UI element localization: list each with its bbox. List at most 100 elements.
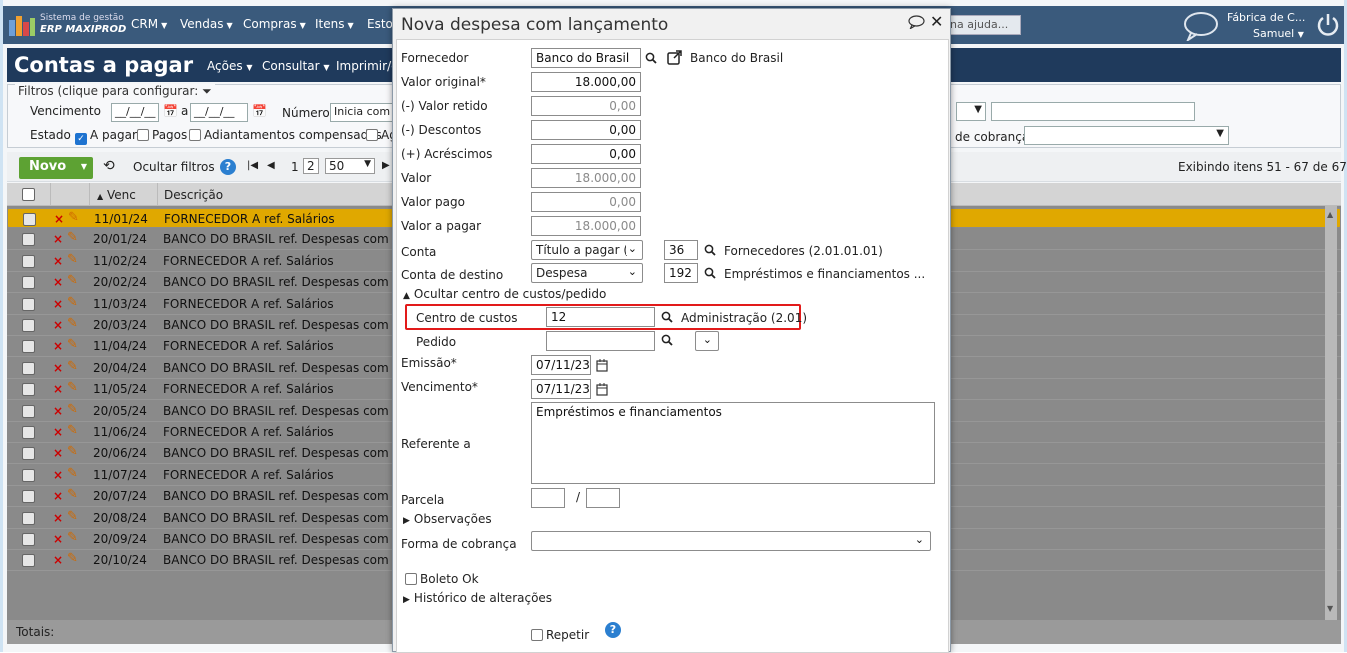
fornecedor-link[interactable]: Banco do Brasil: [690, 51, 783, 65]
pencil-icon[interactable]: ✎: [68, 210, 79, 225]
referente-textarea[interactable]: Empréstimos e financiamentos: [531, 402, 935, 484]
search-icon[interactable]: [704, 267, 716, 279]
row-checkbox[interactable]: [22, 254, 35, 268]
emissao-input[interactable]: 07/11/23: [531, 355, 591, 375]
select-all-checkbox[interactable]: [22, 188, 35, 201]
delete-icon[interactable]: ×: [53, 489, 63, 503]
pencil-icon[interactable]: ✎: [67, 380, 78, 395]
pencil-icon[interactable]: ✎: [67, 337, 78, 352]
filter-select-right[interactable]: ▼: [956, 102, 986, 121]
delete-icon[interactable]: ×: [53, 553, 63, 567]
novo-button[interactable]: Novo ▼: [19, 157, 93, 179]
row-checkbox[interactable]: [22, 490, 35, 504]
row-checkbox[interactable]: [22, 340, 35, 354]
row-checkbox[interactable]: [22, 404, 35, 418]
acrescimos-input[interactable]: 0,00: [531, 144, 641, 164]
delete-icon[interactable]: ×: [53, 254, 63, 268]
valor-retido-input[interactable]: 0,00: [531, 96, 641, 116]
delete-icon[interactable]: ×: [53, 275, 63, 289]
delete-icon[interactable]: ×: [53, 297, 63, 311]
boleto-ok-checkbox[interactable]: Boleto Ok: [405, 572, 479, 586]
conta-destino-code-input[interactable]: 192: [664, 263, 698, 283]
row-checkbox[interactable]: [22, 426, 35, 439]
numero-mode-select[interactable]: Inicia com: [330, 103, 394, 122]
delete-icon[interactable]: ×: [53, 361, 63, 375]
pencil-icon[interactable]: ✎: [67, 444, 78, 459]
checkbox-icon[interactable]: [189, 129, 201, 141]
pencil-icon[interactable]: ✎: [67, 423, 78, 438]
funnel-icon[interactable]: ⏷: [202, 84, 212, 98]
pencil-icon[interactable]: ✎: [67, 487, 78, 502]
fornecedor-input[interactable]: Banco do Brasil: [531, 48, 641, 68]
row-checkbox[interactable]: [22, 361, 35, 375]
ocultar-centro-toggle[interactable]: ▲ Ocultar centro de custos/pedido: [403, 287, 606, 301]
checkbox-icon[interactable]: [405, 573, 417, 585]
conta-destino-select[interactable]: Despesa ⌄: [531, 263, 643, 283]
search-icon[interactable]: [704, 244, 716, 256]
estado-adiantamentos[interactable]: Adiantamentos compensados: [189, 128, 382, 142]
calendar-icon[interactable]: [596, 359, 608, 372]
checkbox-icon[interactable]: [137, 129, 149, 141]
calendar-icon[interactable]: [596, 383, 608, 396]
forma-cobranca-filter-select[interactable]: ▼: [1024, 126, 1229, 145]
centro-custos-input[interactable]: 12: [546, 307, 655, 327]
delete-icon[interactable]: ×: [53, 318, 63, 332]
forma-cobranca-select[interactable]: ⌄: [531, 531, 931, 551]
column-descricao[interactable]: Descrição: [164, 188, 223, 202]
menu-compras[interactable]: Compras ▼: [243, 17, 306, 31]
external-link-icon[interactable]: [667, 50, 682, 65]
pedido-select[interactable]: ⌄: [695, 331, 719, 351]
prev-page-icon[interactable]: ◀: [267, 160, 275, 171]
valor-original-input[interactable]: 18.000,00: [531, 72, 641, 92]
delete-icon[interactable]: ×: [53, 511, 63, 525]
pencil-icon[interactable]: ✎: [67, 530, 78, 545]
user-menu[interactable]: Samuel ▼: [1253, 27, 1304, 40]
first-page-icon[interactable]: |◀: [247, 160, 258, 171]
filters-legend[interactable]: Filtros (clique para configurar: ⏷: [15, 84, 215, 99]
filter-text-input[interactable]: [991, 102, 1195, 121]
vencimento-to-input[interactable]: __/__/__: [190, 103, 248, 122]
search-icon[interactable]: [661, 311, 673, 323]
ocultar-filtros-button[interactable]: Ocultar filtros: [133, 160, 215, 174]
descontos-input[interactable]: 0,00: [531, 120, 641, 140]
column-venc[interactable]: ▲ Venc: [97, 188, 136, 202]
vencimento-from-input[interactable]: __/__/__: [111, 103, 159, 122]
conta-code-input[interactable]: 36: [664, 240, 698, 260]
delete-icon[interactable]: ×: [53, 468, 63, 482]
row-checkbox[interactable]: [22, 554, 35, 568]
pencil-icon[interactable]: ✎: [67, 273, 78, 288]
estado-a-pagar[interactable]: ✓ A pagar: [75, 128, 137, 145]
actions-menu[interactable]: Ações ▼: [207, 59, 253, 73]
pencil-icon[interactable]: ✎: [67, 466, 78, 481]
company-name[interactable]: Fábrica de C...: [1227, 11, 1305, 24]
pencil-icon[interactable]: ✎: [67, 295, 78, 310]
help-icon[interactable]: ?: [220, 159, 236, 175]
pencil-icon[interactable]: ✎: [67, 359, 78, 374]
parcela-input[interactable]: [531, 488, 565, 508]
row-checkbox[interactable]: [23, 213, 36, 226]
page-size-select[interactable]: 50 ▼: [325, 158, 375, 174]
close-icon[interactable]: ✕: [930, 12, 943, 31]
help-icon[interactable]: ?: [605, 622, 621, 638]
power-icon[interactable]: [1315, 12, 1341, 38]
search-icon[interactable]: [661, 334, 673, 346]
delete-icon[interactable]: ×: [54, 212, 64, 226]
delete-icon[interactable]: ×: [53, 382, 63, 396]
observacoes-toggle[interactable]: ▶ Observações: [403, 512, 492, 526]
pencil-icon[interactable]: ✎: [67, 551, 78, 566]
consultar-menu[interactable]: Consultar ▼: [262, 59, 330, 73]
scroll-down-icon[interactable]: ▼: [1327, 604, 1333, 613]
delete-icon[interactable]: ×: [53, 232, 63, 246]
menu-crm[interactable]: CRM ▼: [131, 17, 167, 31]
repetir-checkbox[interactable]: Repetir: [531, 628, 589, 642]
checkbox-icon[interactable]: [366, 129, 378, 141]
help-search-input[interactable]: na ajuda...: [943, 15, 1021, 35]
delete-icon[interactable]: ×: [53, 425, 63, 439]
estado-pagos[interactable]: Pagos: [137, 128, 187, 142]
page-1-link[interactable]: 1: [291, 160, 299, 174]
imprimir-menu[interactable]: Imprimir/exportar: [336, 59, 396, 73]
historico-toggle[interactable]: ▶ Histórico de alterações: [403, 591, 552, 605]
delete-icon[interactable]: ×: [53, 532, 63, 546]
search-icon[interactable]: [645, 52, 657, 64]
row-checkbox[interactable]: [22, 233, 35, 247]
